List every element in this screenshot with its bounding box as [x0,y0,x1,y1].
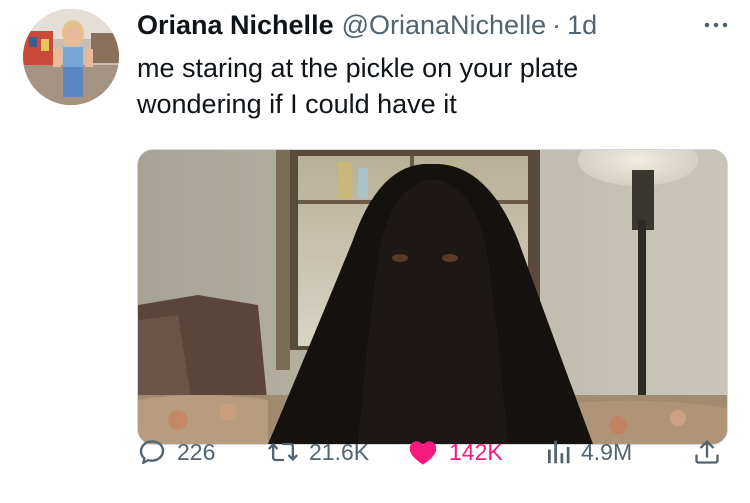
tweet-action-bar: 226 21.6K 142K 4.9M [137,432,727,472]
retweet-icon [268,442,298,462]
share-upload-icon [695,440,719,464]
heart-filled-icon [409,441,437,465]
author-name[interactable]: Oriana Nichelle [137,10,334,41]
tweet-header: Oriana Nichelle @OrianaNichelle · 1d [137,9,730,41]
tweet-text: me staring at the pickle on your plate w… [137,50,727,122]
tweet-media-image[interactable] [137,149,728,445]
share-button[interactable] [693,432,721,472]
separator-dot: · [552,9,562,40]
views-button[interactable]: 4.9M [545,432,632,472]
tweet-timestamp[interactable]: 1d [567,10,597,41]
like-button[interactable]: 142K [407,432,503,472]
tweet-text-line: me staring at the pickle on your plate [137,53,579,83]
avatar[interactable] [23,9,119,105]
retweet-button[interactable]: 21.6K [267,432,369,472]
more-button[interactable] [702,13,730,37]
reply-button[interactable]: 226 [137,432,215,472]
views-count: 4.9M [581,438,633,465]
reply-count: 226 [177,438,216,465]
more-horizontal-icon [704,22,728,28]
retweet-count: 21.6K [309,438,370,465]
media-photo [138,150,727,444]
tweet-text-line: wondering if I could have it [137,89,457,119]
like-count: 142K [449,438,503,465]
author-handle[interactable]: @OrianaNichelle [342,10,547,41]
views-bar-chart-icon [548,440,570,464]
reply-icon [139,440,165,465]
avatar-image [23,9,119,105]
